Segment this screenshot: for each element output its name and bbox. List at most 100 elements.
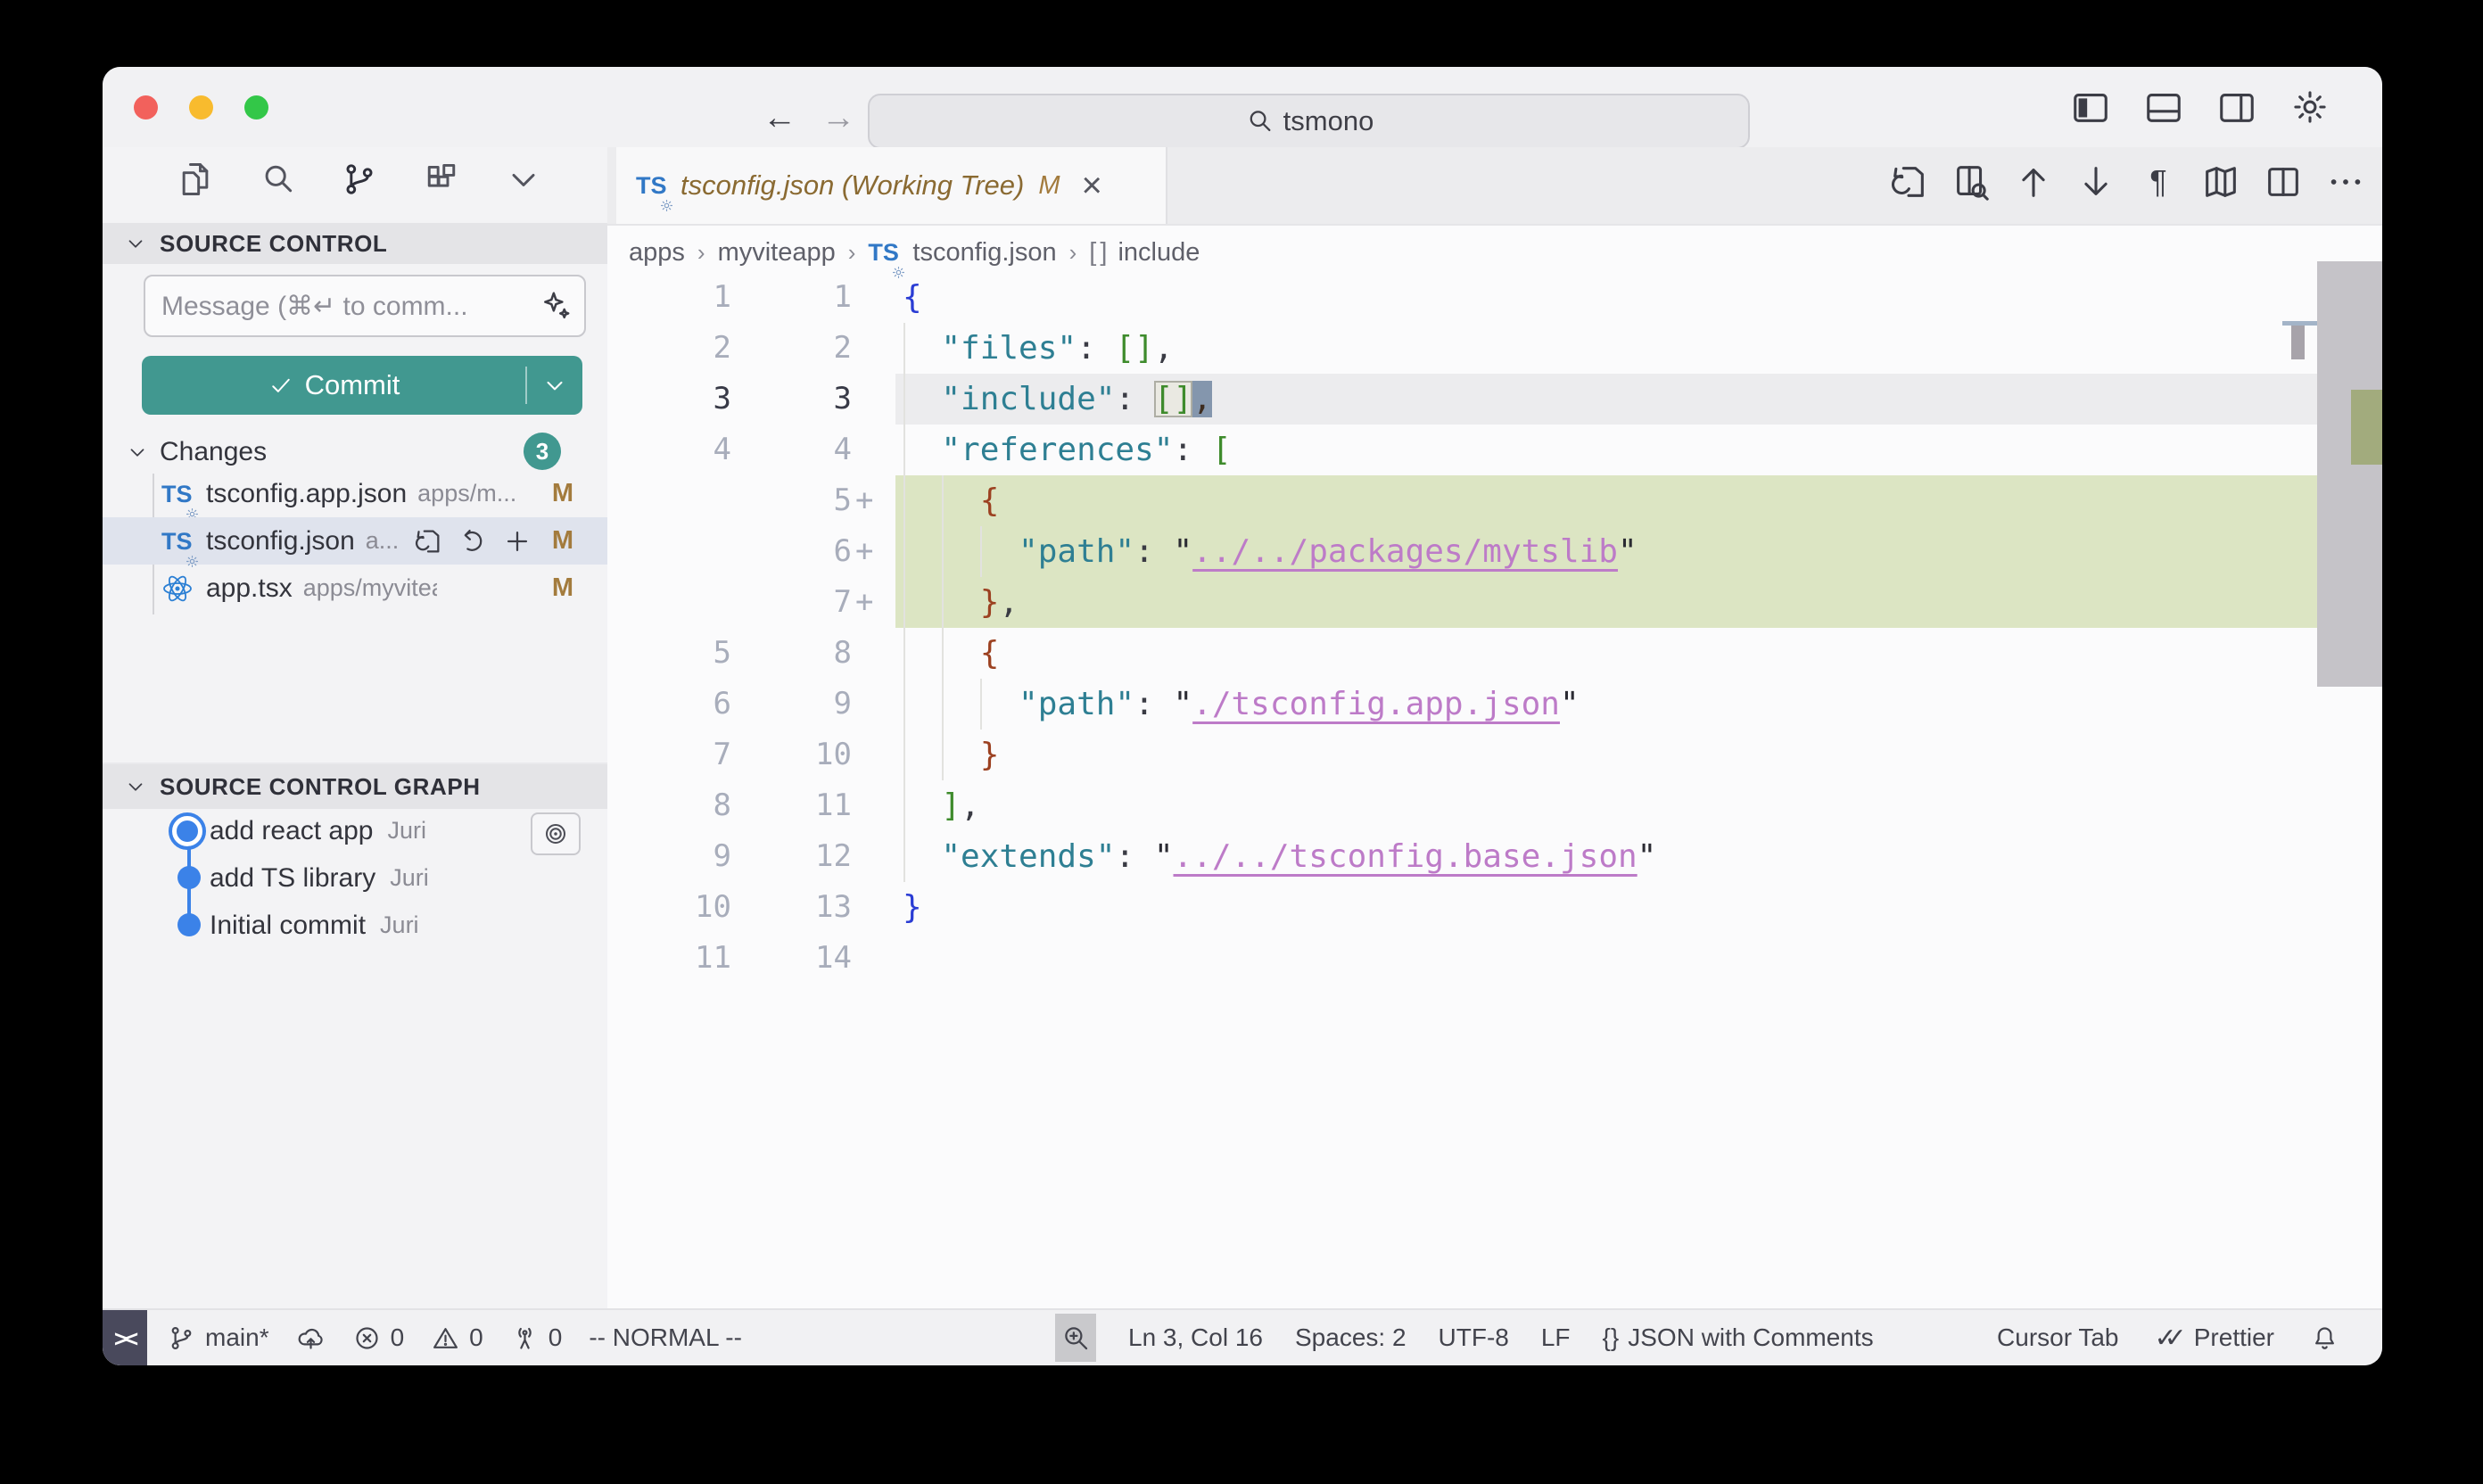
eol-status[interactable]: LF bbox=[1541, 1323, 1571, 1352]
extensions-view-button[interactable] bbox=[420, 158, 463, 201]
source-control-view-button[interactable] bbox=[338, 158, 381, 201]
editor-scrollbar[interactable] bbox=[2317, 261, 2382, 687]
zoom-indicator[interactable] bbox=[1055, 1314, 1096, 1362]
code-text: } bbox=[903, 730, 999, 780]
next-change-button[interactable] bbox=[2075, 161, 2116, 202]
code-line[interactable]: 33 "include": [], bbox=[607, 374, 2382, 425]
notifications-bell[interactable] bbox=[2310, 1323, 2339, 1353]
previous-change-button[interactable] bbox=[2013, 161, 2054, 202]
code-line[interactable]: 58 { bbox=[607, 628, 2382, 679]
react-icon bbox=[161, 573, 194, 605]
commit-list-item[interactable]: Initial commitJuri bbox=[103, 902, 607, 949]
commit-list-item[interactable]: add react appJuri bbox=[103, 807, 607, 854]
discard-icon[interactable] bbox=[458, 526, 488, 556]
sync-status[interactable] bbox=[296, 1323, 326, 1353]
command-center-search[interactable]: tsmono bbox=[868, 94, 1750, 149]
additional-views-button[interactable] bbox=[502, 158, 545, 201]
chevron-down-icon bbox=[124, 775, 147, 798]
split-editor-button[interactable] bbox=[2263, 161, 2304, 202]
vim-mode-status[interactable]: -- NORMAL -- bbox=[589, 1323, 742, 1352]
breadcrumb-item-include[interactable]: include bbox=[1118, 238, 1200, 268]
sparkle-icon[interactable] bbox=[540, 289, 573, 323]
toggle-primary-sidebar-button[interactable] bbox=[2070, 87, 2111, 128]
change-list-item[interactable]: TStsconfig.app.jsonapps/m...M bbox=[103, 470, 607, 517]
gear-icon bbox=[891, 256, 906, 271]
stage-icon[interactable] bbox=[502, 526, 532, 556]
minimize-window-button[interactable] bbox=[189, 95, 213, 120]
code-line[interactable]: 22 "files": [], bbox=[607, 323, 2382, 374]
ts-file-icon: TS bbox=[161, 481, 193, 507]
commit-button[interactable]: Commit bbox=[142, 356, 582, 415]
breadcrumb-separator: › bbox=[848, 239, 856, 267]
tower-icon bbox=[510, 1323, 540, 1353]
source-control-section-header[interactable]: SOURCE CONTROL bbox=[103, 223, 629, 264]
overview-ruler-selection-marker bbox=[2291, 326, 2305, 359]
code-line[interactable]: 69 "path": "./tsconfig.app.json" bbox=[607, 679, 2382, 730]
whitespace-toggle-button[interactable]: ¶ bbox=[2138, 161, 2179, 202]
status-icon-glyph: {} bbox=[1603, 1323, 1620, 1352]
open-changes-button[interactable] bbox=[1888, 161, 1929, 202]
errors-status[interactable]: 0 bbox=[352, 1323, 405, 1353]
code-line[interactable]: 811 ], bbox=[607, 780, 2382, 831]
toggle-secondary-sidebar-button[interactable] bbox=[2216, 87, 2257, 128]
code-line[interactable]: 710 } bbox=[607, 730, 2382, 780]
toggle-panel-button[interactable] bbox=[2143, 87, 2184, 128]
navigate-forward-button[interactable]: → bbox=[821, 101, 855, 135]
goto-commit-button[interactable] bbox=[531, 812, 581, 855]
source-control-graph-header[interactable]: SOURCE CONTROL GRAPH bbox=[103, 763, 629, 809]
cursor-position-status[interactable]: Ln 3, Col 16 bbox=[1128, 1323, 1263, 1352]
tab-tsconfig-json-working-tree[interactable]: TS tsconfig.json (Working Tree) M × bbox=[616, 147, 1167, 224]
open-file-icon[interactable] bbox=[413, 526, 443, 556]
breadcrumb-item-myviteapp[interactable]: myviteapp bbox=[718, 238, 836, 268]
branch-status[interactable]: main* bbox=[167, 1323, 269, 1353]
cursor-tab-status[interactable]: Cursor Tab bbox=[1997, 1323, 2118, 1352]
ports-status[interactable]: 0 bbox=[510, 1323, 563, 1353]
remote-indicator[interactable]: >< bbox=[103, 1310, 147, 1365]
breadcrumb-item-apps[interactable]: apps bbox=[629, 238, 685, 268]
commit-list-item[interactable]: add TS libraryJuri bbox=[103, 854, 607, 902]
gear-icon bbox=[185, 498, 200, 513]
code-line[interactable]: 5+ { bbox=[607, 475, 2382, 526]
added-line-highlight bbox=[895, 475, 2322, 526]
minimap-toggle-button[interactable] bbox=[2200, 161, 2241, 202]
explorer-view-button[interactable] bbox=[174, 158, 217, 201]
code-text: "include": [], bbox=[903, 374, 1212, 425]
code-line[interactable]: 7+ }, bbox=[607, 577, 2382, 628]
error-icon bbox=[352, 1323, 382, 1353]
navigate-back-button[interactable]: ← bbox=[763, 101, 796, 135]
settings-button[interactable] bbox=[2289, 87, 2330, 128]
more-actions-button[interactable] bbox=[2325, 161, 2366, 202]
breadcrumb-item-tsconfigjson[interactable]: tsconfig.json bbox=[912, 238, 1056, 268]
code-line[interactable]: 1114 bbox=[607, 933, 2382, 984]
compare-editor-button[interactable] bbox=[1951, 161, 1992, 202]
commit-dot-icon bbox=[177, 866, 201, 889]
indentation-status[interactable]: Spaces: 2 bbox=[1295, 1323, 1406, 1352]
code-text: ], bbox=[903, 780, 980, 831]
language-mode-status[interactable]: {}JSON with Comments bbox=[1603, 1323, 1874, 1352]
commit-author: Juri bbox=[387, 817, 426, 845]
code-line[interactable]: 11{ bbox=[607, 272, 2382, 323]
commit-button-label: Commit bbox=[305, 369, 400, 401]
line-number-modified: 2 bbox=[750, 323, 852, 374]
change-list-item[interactable]: app.tsxapps/myviteapp/sr...M bbox=[103, 565, 607, 612]
status-text: Prettier bbox=[2194, 1323, 2274, 1352]
line-number-modified: 13 bbox=[750, 882, 852, 933]
warnings-status[interactable]: 0 bbox=[431, 1323, 483, 1353]
code-line[interactable]: 44 "references": [ bbox=[607, 425, 2382, 475]
check-icon bbox=[268, 372, 294, 399]
code-line[interactable]: 1013} bbox=[607, 882, 2382, 933]
chevron-down-icon bbox=[124, 232, 147, 255]
formatter-status[interactable]: ✓✓Prettier bbox=[2154, 1323, 2274, 1354]
commit-message-input[interactable]: Message (⌘↵ to comm... bbox=[144, 275, 586, 337]
close-window-button[interactable] bbox=[134, 95, 158, 120]
code-line[interactable]: 6+ "path": "../../packages/mytslib" bbox=[607, 526, 2382, 577]
code-line[interactable]: 912 "extends": "../../tsconfig.base.json… bbox=[607, 831, 2382, 882]
status-text: UTF-8 bbox=[1439, 1323, 1509, 1352]
search-view-button[interactable] bbox=[256, 158, 299, 201]
maximize-window-button[interactable] bbox=[244, 95, 268, 120]
change-list-item[interactable]: TStsconfig.jsona...M bbox=[103, 517, 607, 565]
close-tab-button[interactable]: × bbox=[1082, 168, 1102, 203]
commit-dropdown-button[interactable] bbox=[527, 372, 582, 399]
chevron-down-icon bbox=[126, 441, 149, 464]
encoding-status[interactable]: UTF-8 bbox=[1439, 1323, 1509, 1352]
